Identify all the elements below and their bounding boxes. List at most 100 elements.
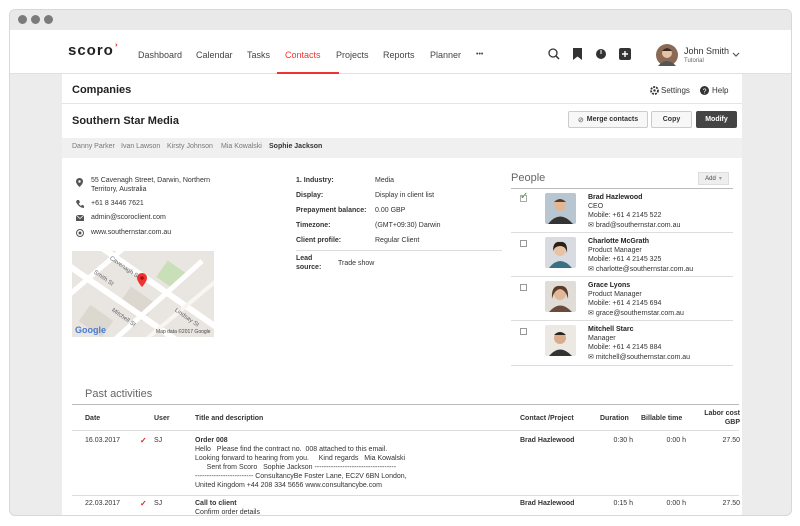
nav-calendar[interactable]: Calendar xyxy=(196,50,233,60)
search-icon[interactable] xyxy=(548,48,560,60)
person-photo xyxy=(545,237,576,268)
lead-source-label: Lead xyxy=(296,255,313,262)
nav-contacts[interactable]: Contacts xyxy=(285,50,321,60)
address-line-2: Territory, Australia xyxy=(91,186,147,193)
add-icon[interactable] xyxy=(619,48,631,60)
person-role: Product Manager xyxy=(588,291,642,298)
divider xyxy=(296,250,502,251)
nav-projects[interactable]: Projects xyxy=(336,50,369,60)
divider xyxy=(72,495,739,496)
row-duration: 0:15 h xyxy=(613,500,633,507)
row-user: SJ xyxy=(154,500,163,507)
person-email[interactable]: ✉ charlotte@southernstar.com.au xyxy=(588,265,693,273)
past-activities-title: Past activities xyxy=(85,388,153,400)
location-map[interactable]: Cavenagh St Smith St Mitchell St Lindsay… xyxy=(72,251,214,337)
top-nav: scoroʾ Dashboard Calendar Tasks Contacts… xyxy=(10,30,791,74)
lead-source-value: Trade show xyxy=(338,260,375,267)
nav-reports[interactable]: Reports xyxy=(383,50,415,60)
divider xyxy=(511,188,733,189)
row-title[interactable]: Call to client xyxy=(195,500,237,507)
row-labor: 27.50 xyxy=(722,437,740,444)
email-icon: ✉ xyxy=(588,310,596,317)
people-title: People xyxy=(511,172,546,184)
add-person-button[interactable]: Add ▾ xyxy=(698,172,729,185)
person-photo xyxy=(545,325,576,356)
location-pin-icon xyxy=(76,178,83,187)
person-name[interactable]: Grace Lyons xyxy=(588,282,630,289)
row-contact[interactable]: Brad Hazlewood xyxy=(520,437,574,444)
email-icon: ✉ xyxy=(588,222,596,229)
scoro-logo[interactable]: scoroʾ xyxy=(68,42,120,59)
client-profile-label: Client profile: xyxy=(296,237,342,244)
person-email[interactable]: ✉ mitchell@southernstar.com.au xyxy=(588,353,690,361)
tab-sophie-jackson[interactable]: Sophie Jackson xyxy=(269,143,322,150)
map-pin-icon[interactable] xyxy=(137,273,147,287)
col-labor-unit: GBP xyxy=(724,419,740,426)
checkbox[interactable] xyxy=(520,240,527,247)
tab-kirsty-johnson[interactable]: Kirsty Johnson xyxy=(167,143,213,150)
person-name[interactable]: Mitchell Starc xyxy=(588,326,634,333)
user-avatar[interactable] xyxy=(656,44,678,66)
copy-button[interactable]: Copy xyxy=(651,111,692,128)
col-title[interactable]: Title and description xyxy=(195,415,263,422)
person-email[interactable]: ✉ grace@southernstar.com.au xyxy=(588,309,684,317)
col-user[interactable]: User xyxy=(154,415,170,422)
person-name[interactable]: Charlotte McGrath xyxy=(588,238,649,245)
bookmark-icon[interactable] xyxy=(573,48,582,60)
checkbox[interactable] xyxy=(520,284,527,291)
row-description: Confirm order details xyxy=(195,509,260,516)
row-date: 22.03.2017 xyxy=(85,500,121,507)
person-name[interactable]: Brad Hazlewood xyxy=(588,194,642,201)
person-role: CEO xyxy=(588,203,604,210)
help-link[interactable]: Help xyxy=(712,86,728,95)
user-name[interactable]: John Smith xyxy=(684,46,729,56)
nav-more[interactable]: ••• xyxy=(476,51,483,58)
nav-dashboard[interactable]: Dashboard xyxy=(138,50,182,60)
tab-mia-kowalski[interactable]: Mia Kowalski xyxy=(221,143,262,150)
help-icon[interactable]: ? xyxy=(700,86,709,95)
col-labor[interactable]: Labor cost xyxy=(701,410,740,417)
checkbox[interactable] xyxy=(520,195,527,202)
email-address[interactable]: admin@scoroclient.com xyxy=(91,214,166,221)
industry-value: Media xyxy=(375,177,395,184)
row-description: Sent from Scoro Sophie Jackson ---------… xyxy=(195,464,397,471)
row-date: 16.03.2017 xyxy=(85,437,121,444)
person-role: Product Manager xyxy=(588,247,642,254)
row-contact[interactable]: Brad Hazlewood xyxy=(520,500,574,507)
close-dot-icon[interactable] xyxy=(18,15,27,24)
user-subtitle: Tutorial xyxy=(684,58,704,64)
settings-link[interactable]: Settings xyxy=(661,86,690,95)
divider xyxy=(511,365,733,366)
tab-ivan-lawson[interactable]: Ivan Lawson xyxy=(121,143,160,150)
tab-danny-parker[interactable]: Danny Parker xyxy=(72,143,115,150)
divider xyxy=(72,430,739,431)
col-contact[interactable]: Contact /Project xyxy=(520,415,574,422)
map-attribution: Map data ©2017 Google xyxy=(156,329,211,335)
phone-number[interactable]: +61 8 3446 7621 xyxy=(91,200,144,207)
zoom-dot-icon[interactable] xyxy=(44,15,53,24)
nav-planner[interactable]: Planner xyxy=(430,50,461,60)
merge-contacts-button[interactable]: ⊘ Merge contacts xyxy=(568,111,648,128)
col-duration[interactable]: Duration xyxy=(600,415,629,422)
col-date[interactable]: Date xyxy=(85,415,100,422)
checkbox[interactable] xyxy=(520,328,527,335)
timer-icon[interactable] xyxy=(595,48,607,60)
minimize-dot-icon[interactable] xyxy=(31,15,40,24)
row-description: Hello Please find the contract no. 008 a… xyxy=(195,446,388,453)
divider xyxy=(72,404,739,405)
nav-tasks[interactable]: Tasks xyxy=(247,50,270,60)
gear-icon[interactable] xyxy=(650,86,659,95)
row-labor: 27.50 xyxy=(722,500,740,507)
row-title[interactable]: Order 008 xyxy=(195,437,228,444)
chevron-down-icon[interactable] xyxy=(732,52,740,58)
client-profile-value: Regular Client xyxy=(375,237,420,244)
divider xyxy=(511,320,733,321)
website-link[interactable]: www.southernstar.com.au xyxy=(91,229,171,236)
modify-button[interactable]: Modify xyxy=(696,111,737,128)
merge-icon: ⊘ xyxy=(577,116,584,124)
col-billable[interactable]: Billable time xyxy=(641,415,682,422)
person-email[interactable]: ✉ brad@southernstar.com.au xyxy=(588,221,680,229)
company-name: Southern Star Media xyxy=(72,115,179,127)
person-mobile: Mobile: +61 4 2145 325 xyxy=(588,256,662,263)
balance-value: 0.00 GBP xyxy=(375,207,406,214)
